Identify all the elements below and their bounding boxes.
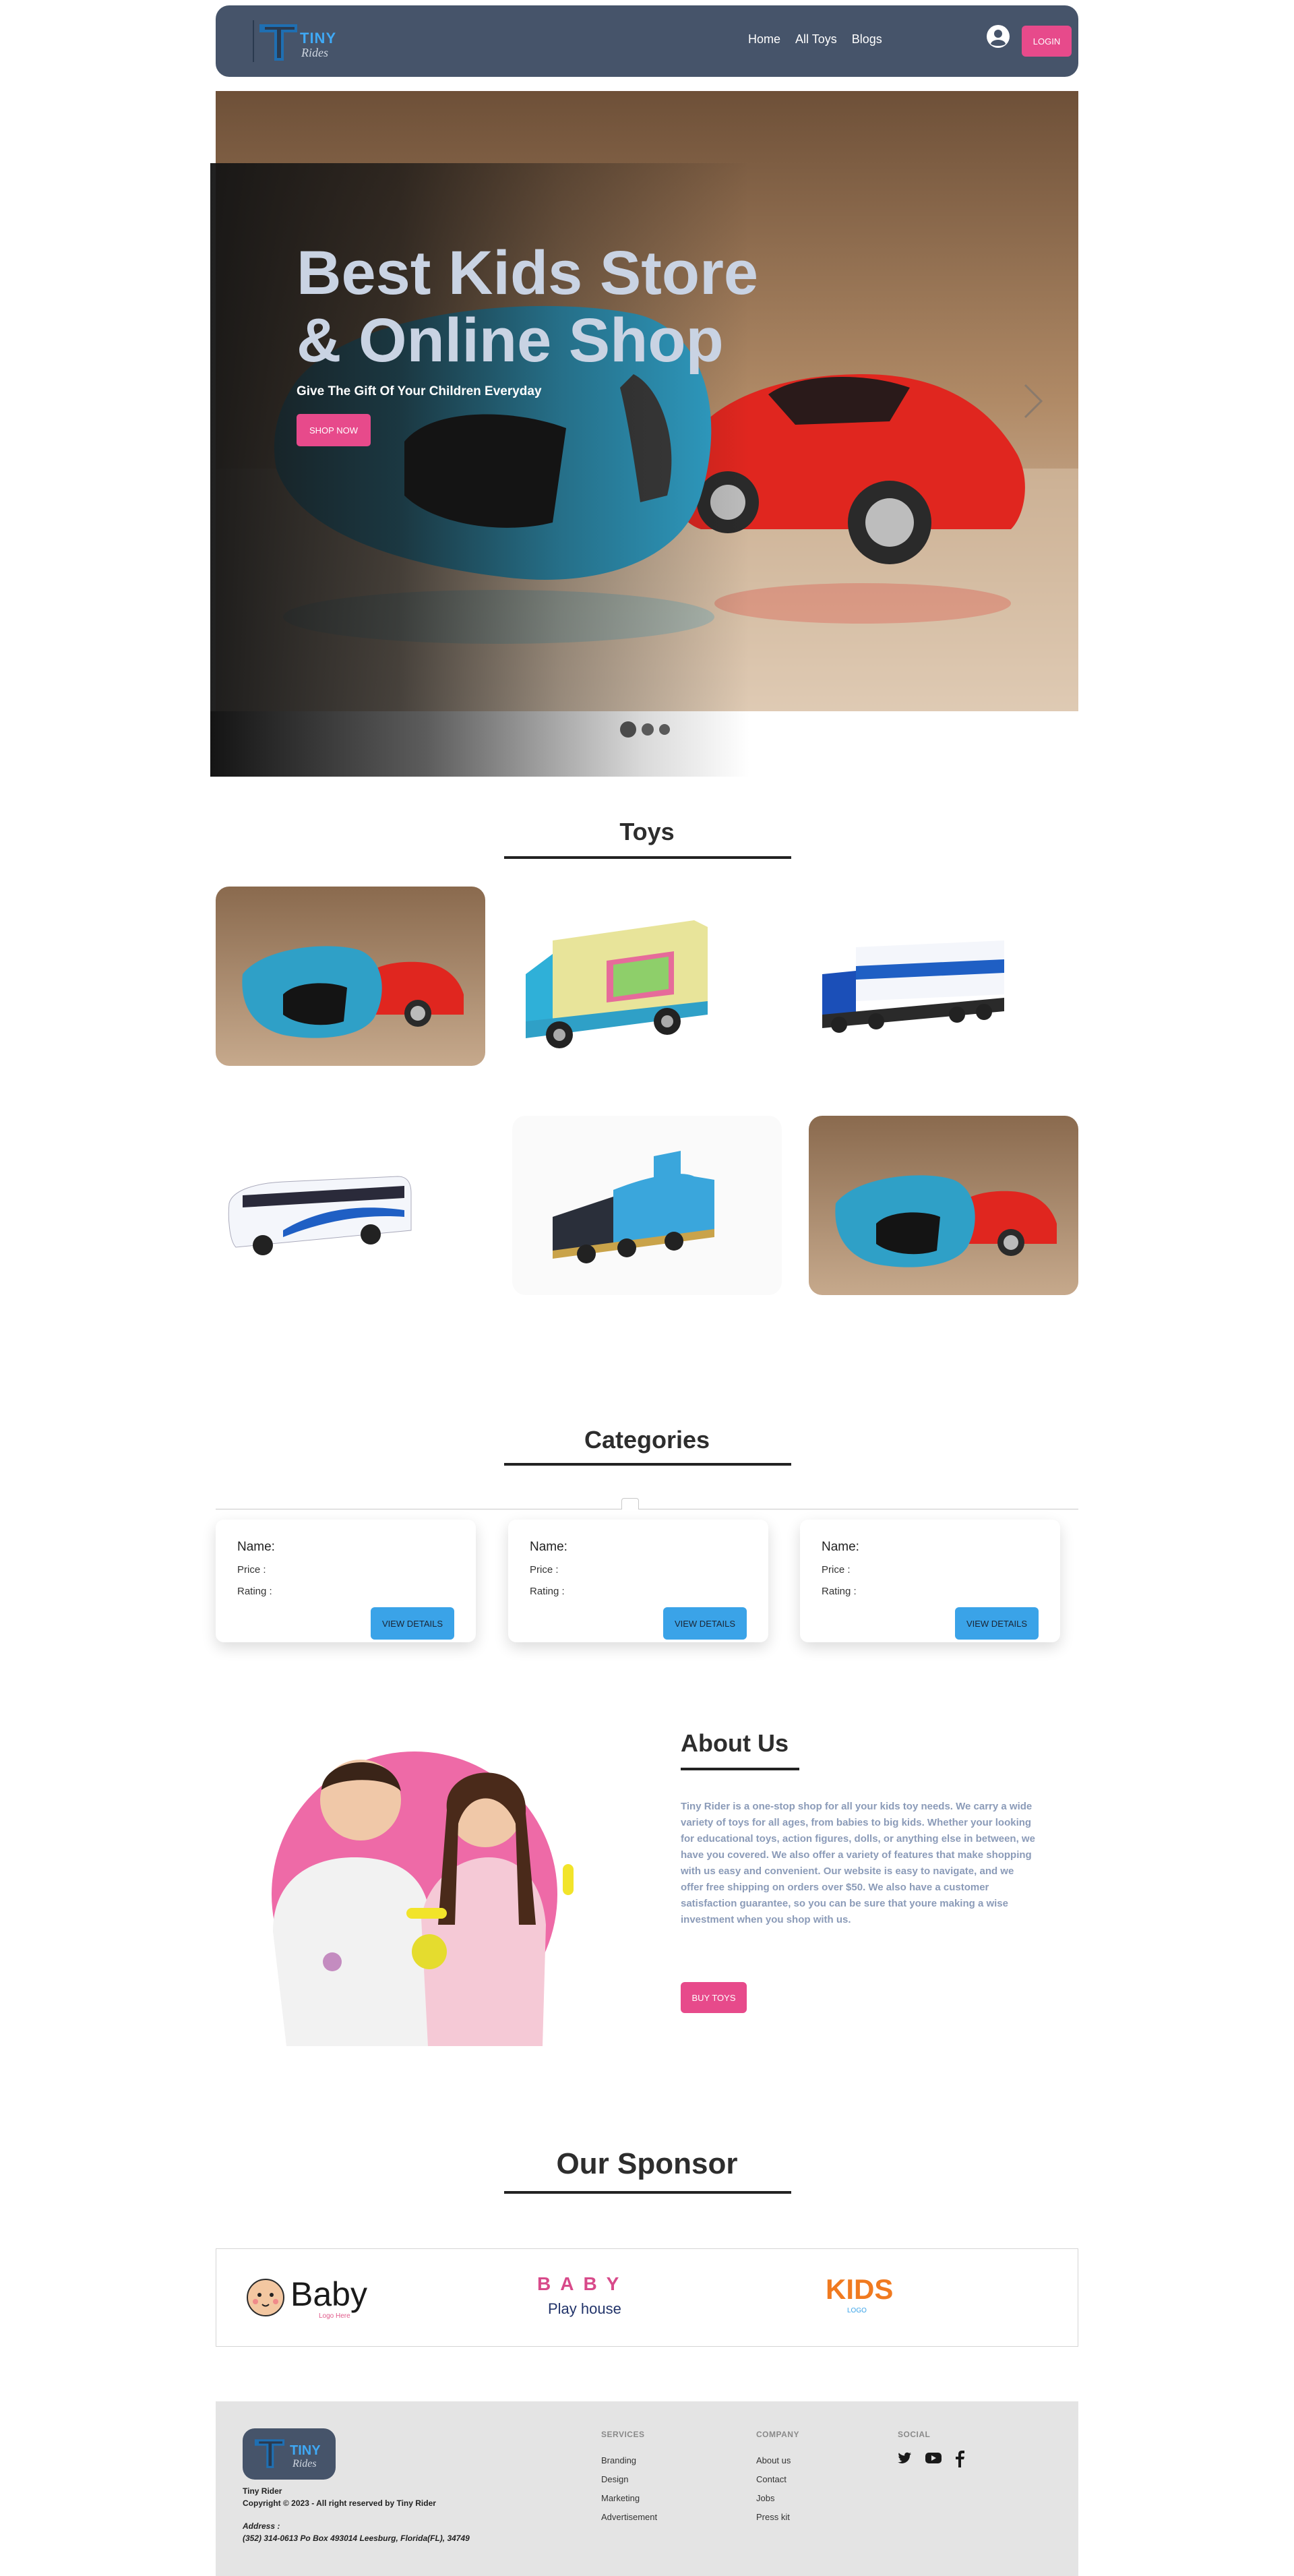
footer-logo-rides: Rides bbox=[292, 2458, 317, 2469]
view-details-button[interactable]: VIEW DETAILS bbox=[663, 1607, 747, 1640]
category-card-2: Name: Price : Rating : VIEW DETAILS bbox=[508, 1520, 768, 1642]
card-price-label: Price : bbox=[822, 1564, 851, 1576]
facebook-icon[interactable] bbox=[954, 2450, 965, 2467]
footer-link-design[interactable]: Design bbox=[601, 2474, 628, 2484]
slider-next-arrow-icon[interactable] bbox=[1021, 381, 1045, 421]
about-section-title: About Us bbox=[681, 1729, 789, 1757]
footer-link-press-kit[interactable]: Press kit bbox=[756, 2512, 790, 2522]
kids-logo-text: KIDS bbox=[826, 2273, 894, 2305]
toy-card-freight-truck[interactable] bbox=[809, 887, 1078, 1066]
card-name-label: Name: bbox=[237, 1540, 275, 1554]
toy-card-tour-bus[interactable] bbox=[216, 1116, 485, 1295]
footer-link-contact[interactable]: Contact bbox=[756, 2474, 787, 2484]
categories-title-underline bbox=[504, 1463, 791, 1466]
toys-title-underline bbox=[504, 856, 791, 859]
footer-company-heading: COMPANY bbox=[756, 2430, 799, 2439]
twitter-icon[interactable] bbox=[896, 2450, 913, 2466]
footer-brand-logo[interactable]: TINY Rides bbox=[243, 2428, 336, 2480]
toy-image-crashed-cars bbox=[242, 946, 464, 1038]
logo-text-tiny: TINY bbox=[300, 30, 337, 47]
hero-title-line-1: Best Kids Store bbox=[297, 239, 759, 307]
sponsor-logo-baby[interactable]: Baby Logo Here bbox=[243, 2273, 378, 2320]
slider-dot-3[interactable] bbox=[659, 724, 670, 735]
footer-link-marketing[interactable]: Marketing bbox=[601, 2493, 640, 2503]
slider-dots bbox=[620, 721, 670, 738]
toy-image-crashed-cars-2 bbox=[835, 1175, 1057, 1267]
buy-toys-button[interactable]: BUY TOYS bbox=[681, 1982, 747, 2013]
footer-link-about-us[interactable]: About us bbox=[756, 2455, 791, 2465]
sponsor-title-underline bbox=[504, 2191, 791, 2194]
toy-image-tour-bus bbox=[228, 1176, 412, 1255]
card-price-label: Price : bbox=[530, 1564, 559, 1576]
site-footer: TINY Rides Tiny Rider Copyright © 2023 -… bbox=[216, 2401, 1078, 2576]
playhouse-blocks-text: BABY bbox=[537, 2273, 629, 2294]
slider-dot-2[interactable] bbox=[642, 723, 654, 736]
toy-image-ice-cream-truck bbox=[526, 920, 708, 1048]
category-tab[interactable] bbox=[621, 1498, 639, 1509]
sponsor-logo-kids[interactable]: KIDS LOGO bbox=[823, 2273, 904, 2320]
card-name-label: Name: bbox=[530, 1540, 567, 1554]
hero-title: Best Kids Store & Online Shop bbox=[297, 239, 809, 374]
slider-dot-1[interactable] bbox=[620, 721, 636, 738]
sponsor-logo-baby-playhouse[interactable]: BABY Play house bbox=[533, 2273, 648, 2320]
category-card-1: Name: Price : Rating : VIEW DETAILS bbox=[216, 1520, 476, 1642]
category-card-3: Name: Price : Rating : VIEW DETAILS bbox=[800, 1520, 1060, 1642]
login-button[interactable]: LOGIN bbox=[1022, 26, 1072, 57]
toy-image-steam-locomotive bbox=[553, 1151, 714, 1263]
toy-card-crashed-cars-2[interactable] bbox=[809, 1116, 1078, 1295]
about-kids-image bbox=[259, 1729, 610, 2046]
kids-logo-tagline: LOGO bbox=[847, 2307, 867, 2314]
playhouse-subtitle: Play house bbox=[548, 2300, 621, 2317]
footer-logo-mark-icon bbox=[254, 2439, 285, 2468]
sponsor-logos-strip: Baby Logo Here BABY Play house KIDS LOGO bbox=[216, 2248, 1078, 2347]
toy-card-steam-locomotive[interactable] bbox=[512, 1116, 782, 1295]
hero-subtitle: Give The Gift Of Your Children Everyday bbox=[297, 384, 542, 398]
hero-title-line-2: & Online Shop bbox=[297, 306, 724, 375]
user-avatar-icon[interactable] bbox=[986, 24, 1010, 49]
footer-link-advertisement[interactable]: Advertisement bbox=[601, 2512, 657, 2522]
footer-link-jobs[interactable]: Jobs bbox=[756, 2493, 774, 2503]
sponsor-baby-tagline: Logo Here bbox=[319, 2312, 350, 2320]
sponsor-baby-text: Baby bbox=[290, 2275, 367, 2313]
nav-home-link[interactable]: Home bbox=[748, 32, 780, 47]
nav-links: Home All Toys Blogs bbox=[748, 32, 882, 47]
footer-brand-name: Tiny Rider bbox=[243, 2486, 282, 2496]
footer-social-heading: SOCIAL bbox=[898, 2430, 931, 2439]
nav-all-toys-link[interactable]: All Toys bbox=[795, 32, 837, 47]
footer-copyright: Copyright © 2023 - All right reserved by… bbox=[243, 2498, 436, 2508]
kids-with-dumbbells-illustration bbox=[272, 1751, 574, 2046]
shop-now-button[interactable]: SHOP NOW bbox=[297, 414, 371, 446]
navbar: TINY Rides Home All Toys Blogs LOGIN bbox=[216, 5, 1078, 77]
footer-logo-tiny: TINY bbox=[290, 2443, 321, 2458]
about-title-underline bbox=[681, 1768, 799, 1770]
about-description: Tiny Rider is a one-stop shop for all yo… bbox=[681, 1801, 1035, 1925]
card-price-label: Price : bbox=[237, 1564, 266, 1576]
footer-address-label: Address : bbox=[243, 2521, 280, 2531]
toys-section-title: Toys bbox=[619, 818, 675, 845]
sponsor-section-title: Our Sponsor bbox=[556, 2147, 738, 2180]
toy-image-freight-truck bbox=[822, 940, 1004, 1033]
youtube-icon[interactable] bbox=[925, 2450, 942, 2466]
footer-services-heading: SERVICES bbox=[601, 2430, 645, 2439]
view-details-button[interactable]: VIEW DETAILS bbox=[955, 1607, 1039, 1640]
card-name-label: Name: bbox=[822, 1540, 859, 1554]
baby-face-icon bbox=[247, 2279, 284, 2316]
logo-text-rides: Rides bbox=[301, 46, 328, 59]
logo-mark-icon bbox=[253, 20, 297, 62]
brand-logo[interactable]: TINY Rides bbox=[253, 19, 340, 65]
card-rating-label: Rating : bbox=[530, 1586, 565, 1597]
footer-link-branding[interactable]: Branding bbox=[601, 2455, 636, 2465]
nav-blogs-link[interactable]: Blogs bbox=[852, 32, 882, 47]
card-rating-label: Rating : bbox=[822, 1586, 857, 1597]
toy-card-ice-cream-truck[interactable] bbox=[512, 887, 782, 1066]
footer-address: (352) 314-0613 Po Box 493014 Leesburg, F… bbox=[243, 2534, 470, 2543]
categories-section-title: Categories bbox=[584, 1426, 710, 1454]
toy-card-crashed-cars[interactable] bbox=[216, 887, 485, 1066]
view-details-button[interactable]: VIEW DETAILS bbox=[371, 1607, 454, 1640]
card-rating-label: Rating : bbox=[237, 1586, 272, 1597]
